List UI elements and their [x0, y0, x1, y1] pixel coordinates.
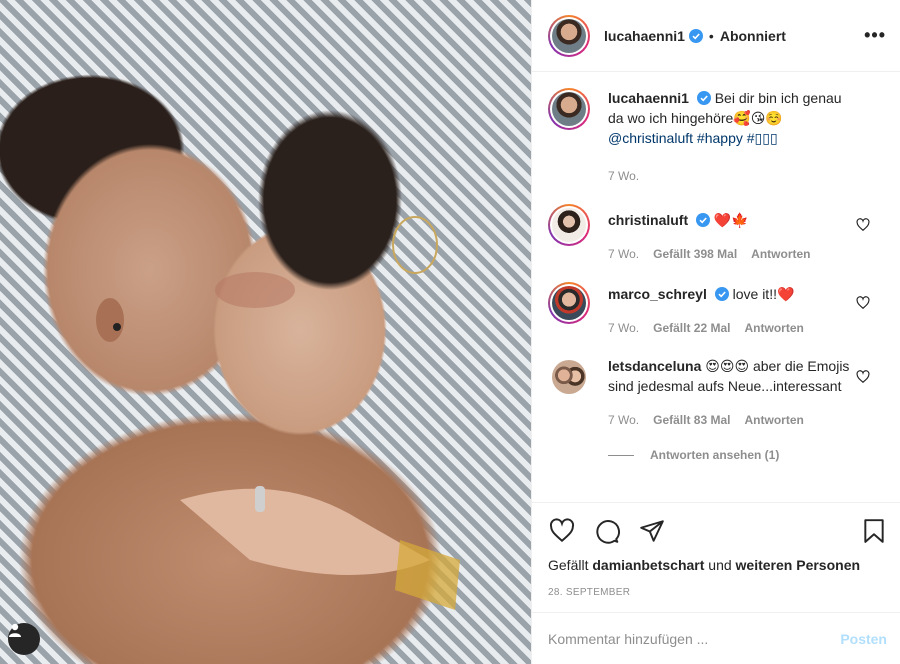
caption: lucahaenni1 Bei dir bin ich genau da wo … [548, 88, 886, 186]
comment-body: christinaluft ❤️🍁 7 Wo. Gefällt 398 Mal … [608, 204, 858, 264]
post-date[interactable]: 28. SEPTEMBER [548, 587, 887, 598]
comment-meta: 7 Wo. Gefällt 398 Mal Antworten [608, 244, 858, 264]
replies-divider-line [608, 454, 634, 456]
comment-text: ❤️🍁 [713, 212, 749, 228]
hashtag-link[interactable]: #▯▯▯ [747, 130, 778, 146]
comment-story-ring[interactable] [548, 204, 590, 246]
likes-summary: Gefällt damianbetschart und weiteren Per… [548, 557, 887, 573]
verified-icon [696, 213, 711, 227]
comment-text: love it!!❤️ [732, 286, 795, 302]
reply-button[interactable]: Antworten [745, 318, 804, 338]
heart-icon[interactable] [856, 218, 870, 232]
view-replies-button[interactable]: Antworten ansehen (1) [608, 448, 886, 462]
comment-likes[interactable]: Gefällt 22 Mal [653, 318, 730, 338]
comment-item: marco_schreyl love it!!❤️ 7 Wo. Gefällt … [548, 282, 886, 338]
comment-username[interactable]: marco_schreyl [608, 286, 707, 302]
add-comment-bar: Posten [532, 612, 900, 664]
comment-time[interactable]: 7 Wo. [608, 318, 639, 338]
view-replies-label: Antworten ansehen (1) [650, 448, 780, 462]
comment-story-ring[interactable] [548, 282, 590, 324]
photo-illustration [96, 216, 460, 610]
avatar [552, 208, 586, 242]
avatar [552, 18, 586, 53]
verified-icon [714, 287, 729, 301]
caption-time[interactable]: 7 Wo. [608, 166, 639, 186]
heart-icon[interactable] [548, 518, 576, 544]
verified-icon [696, 91, 711, 105]
separator-dot: • [708, 27, 714, 44]
user-icon [9, 623, 21, 637]
comment-time[interactable]: 7 Wo. [608, 410, 639, 430]
verified-icon [688, 28, 703, 43]
caption-body: lucahaenni1 Bei dir bin ich genau da wo … [608, 88, 858, 186]
avatar [552, 92, 586, 126]
comment-meta: 7 Wo. Gefällt 22 Mal Antworten [608, 318, 858, 338]
post-header: lucahaenni1 • Abonniert ••• [532, 0, 900, 72]
caption-username[interactable]: lucahaenni1 [608, 90, 689, 106]
action-bar [548, 517, 887, 545]
comment-username[interactable]: christinaluft [608, 212, 688, 228]
comment-body: letsdanceluna 😍😍😍 aber die Emojis sind j… [608, 356, 858, 430]
tagged-users-button[interactable] [8, 623, 40, 655]
comment-username[interactable]: letsdanceluna [608, 358, 701, 374]
story-ring[interactable] [548, 14, 590, 57]
comment-avatar-wrap[interactable] [548, 356, 590, 398]
comment-input[interactable] [548, 630, 841, 647]
hashtag-link[interactable]: #happy [697, 130, 743, 146]
post-side-panel: lucahaenni1 • Abonniert ••• lucahaenni1 [531, 0, 900, 664]
comments-list[interactable]: lucahaenni1 Bei dir bin ich genau da wo … [532, 72, 900, 502]
header-meta: lucahaenni1 • Abonniert [604, 28, 786, 44]
comment-likes[interactable]: Gefällt 398 Mal [653, 244, 737, 264]
comment-icon[interactable] [593, 518, 621, 544]
instagram-post-view: lucahaenni1 • Abonniert ••• lucahaenni1 [0, 0, 900, 664]
post-actions: Gefällt damianbetschart und weiteren Per… [532, 502, 900, 598]
post-comment-button[interactable]: Posten [840, 631, 887, 647]
heart-icon[interactable] [856, 296, 870, 310]
comment-item: christinaluft ❤️🍁 7 Wo. Gefällt 398 Mal … [548, 204, 886, 264]
comment-time[interactable]: 7 Wo. [608, 244, 639, 264]
share-icon[interactable] [638, 518, 666, 544]
likes-prefix: Gefällt [548, 557, 589, 573]
avatar [552, 360, 586, 394]
liked-by-user-link[interactable]: damianbetschart [592, 557, 704, 573]
caption-story-ring[interactable] [548, 88, 590, 130]
comment-item: letsdanceluna 😍😍😍 aber die Emojis sind j… [548, 356, 886, 430]
comment-body: marco_schreyl love it!!❤️ 7 Wo. Gefällt … [608, 282, 858, 338]
mention-link[interactable]: @christinaluft [608, 130, 693, 146]
more-options-icon[interactable]: ••• [864, 25, 886, 46]
header-username[interactable]: lucahaenni1 [604, 28, 685, 44]
avatar [552, 286, 586, 320]
comment-meta: 7 Wo. Gefällt 83 Mal Antworten [608, 410, 858, 430]
likes-middle: und [708, 557, 732, 573]
bookmark-icon[interactable] [861, 517, 887, 545]
reply-button[interactable]: Antworten [745, 410, 804, 430]
post-photo[interactable] [0, 0, 531, 664]
follow-status-button[interactable]: Abonniert [720, 28, 786, 44]
heart-icon[interactable] [856, 370, 870, 384]
other-likers-link[interactable]: weiteren Personen [736, 557, 861, 573]
comment-likes[interactable]: Gefällt 83 Mal [653, 410, 730, 430]
caption-meta: 7 Wo. [608, 166, 858, 186]
reply-button[interactable]: Antworten [751, 244, 810, 264]
